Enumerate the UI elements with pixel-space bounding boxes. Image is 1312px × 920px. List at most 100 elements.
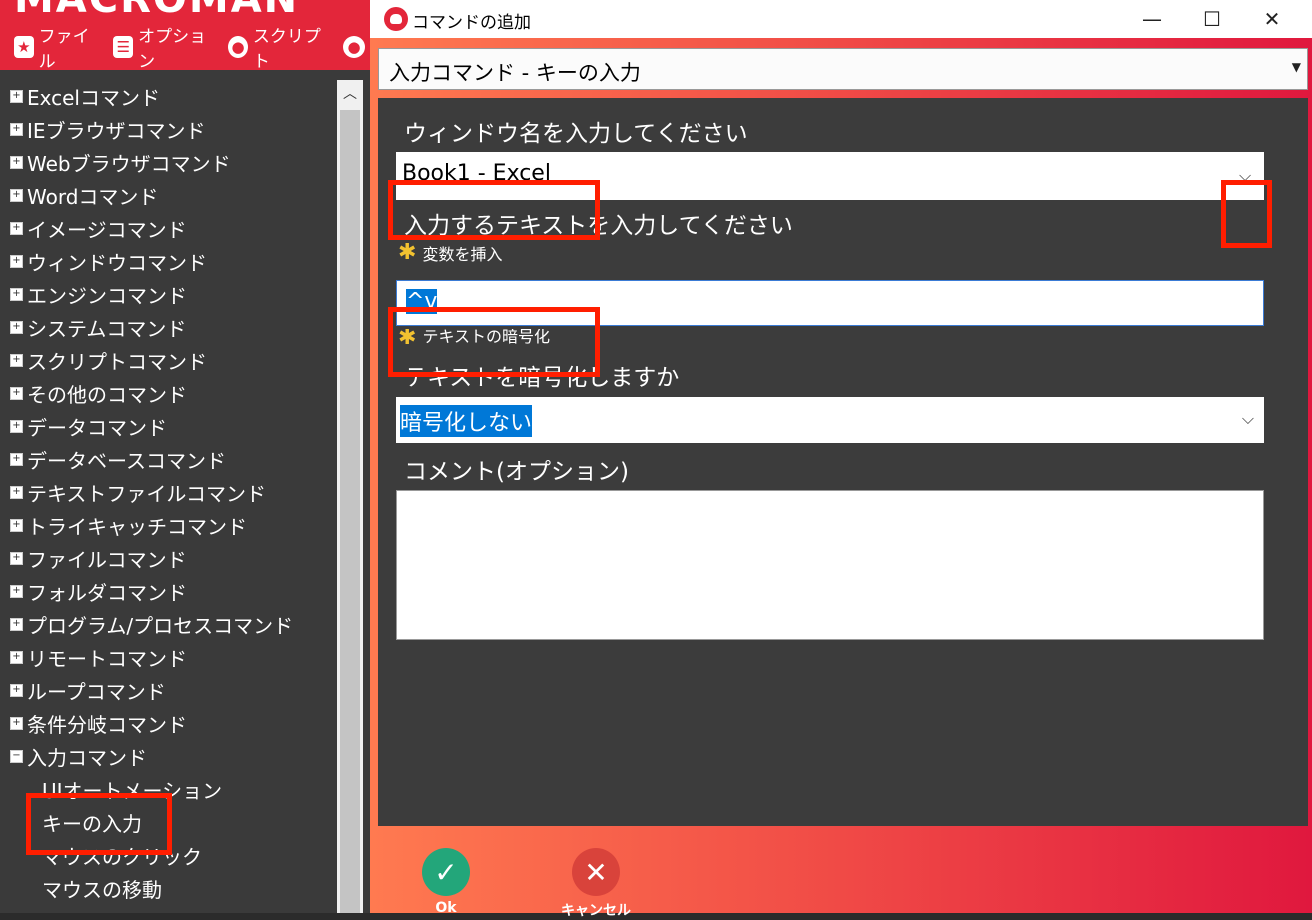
expand-icon[interactable]: + — [10, 156, 23, 169]
expand-icon[interactable]: + — [10, 585, 23, 598]
menu-extra[interactable]: ● — [343, 36, 370, 58]
expand-icon[interactable]: + — [10, 288, 23, 301]
tree-category[interactable]: + IEブラウザコマンド — [0, 113, 335, 146]
tree-category-label: データコマンド — [27, 416, 167, 440]
expand-icon[interactable]: + — [10, 321, 23, 334]
tree-category-label: ウィンドウコマンド — [27, 251, 207, 275]
expand-icon[interactable]: + — [10, 420, 23, 433]
ok-label: Ok — [435, 900, 457, 916]
command-select-value: 入力コマンド - キーの入力 — [389, 61, 641, 85]
cancel-x-icon: ✕ — [572, 848, 620, 896]
menu-script[interactable]: ● スクリプト — [228, 22, 329, 70]
comment-label: コメント(オプション) — [404, 459, 629, 485]
close-icon: ✕ — [1263, 7, 1281, 31]
expand-icon[interactable]: + — [10, 123, 23, 136]
tree-category-label: トライキャッチコマンド — [27, 515, 247, 539]
command-select[interactable]: 入力コマンド - キーの入力 ▼ — [378, 48, 1308, 90]
expand-icon[interactable]: + — [10, 519, 23, 532]
tree-category-label: テキストファイルコマンド — [27, 482, 266, 506]
expand-icon[interactable]: + — [10, 651, 23, 664]
insert-variable-link[interactable]: ✱ 変数を挿入 — [398, 240, 502, 265]
tree-category[interactable]: + Webブラウザコマンド — [0, 146, 335, 179]
menu-options[interactable]: ☰ オプション — [113, 22, 214, 70]
tree-command-label: マウスの移動 — [42, 878, 162, 902]
app-header: MACROMAN ★ ファイル ☰ オプション ● スクリプト ● — [0, 0, 370, 70]
maximize-button[interactable]: ☐ — [1182, 0, 1242, 38]
tree-category-label: ファイルコマンド — [27, 548, 187, 572]
expand-icon[interactable]: + — [10, 189, 23, 202]
tree-category[interactable]: + フォルダコマンド — [0, 575, 335, 608]
tree-category-label: Excelコマンド — [27, 86, 160, 110]
dropdown-arrow-icon: ▼ — [1291, 60, 1301, 74]
tree-category[interactable]: + テキストファイルコマンド — [0, 476, 335, 509]
expand-icon[interactable]: + — [10, 552, 23, 565]
menu-file[interactable]: ★ ファイル — [14, 22, 99, 70]
tree-command[interactable]: マウスの移動 — [0, 872, 335, 905]
cancel-button[interactable]: ✕ キャンセル — [556, 848, 636, 920]
record-icon: ● — [343, 36, 365, 58]
tree-category-label: Webブラウザコマンド — [27, 152, 231, 176]
form-panel: ウィンドウ名を入力してください Book1 - Excel ⌵ 入力するテキスト… — [378, 98, 1308, 826]
tree-category[interactable]: + ウィンドウコマンド — [0, 245, 335, 278]
record-icon: ● — [228, 36, 248, 58]
expand-icon[interactable]: + — [10, 618, 23, 631]
tree-category-label: IEブラウザコマンド — [27, 119, 206, 143]
title-bar: コマンドの追加 — ☐ ✕ — [370, 0, 1312, 38]
expand-icon[interactable]: + — [10, 90, 23, 103]
dialog-body: 入力コマンド - キーの入力 ▼ ウィンドウ名を入力してください Book1 -… — [370, 38, 1312, 919]
tree-category-label: データベースコマンド — [27, 449, 226, 473]
tree-category[interactable]: + リモートコマンド — [0, 641, 335, 674]
collapse-icon[interactable]: − — [10, 750, 23, 763]
tree-category[interactable]: + ファイルコマンド — [0, 542, 335, 575]
tree-category[interactable]: + Wordコマンド — [0, 179, 335, 212]
star-icon: ★ — [14, 36, 34, 58]
menu-options-label: オプション — [138, 27, 207, 70]
window-name-label: ウィンドウ名を入力してください — [404, 121, 748, 147]
tree-category[interactable]: + スクリプトコマンド — [0, 344, 335, 377]
tree-category[interactable]: + その他のコマンド — [0, 377, 335, 410]
tree-category[interactable]: + データベースコマンド — [0, 443, 335, 476]
expand-icon[interactable]: + — [10, 486, 23, 499]
ok-button[interactable]: ✓ Ok — [406, 848, 486, 916]
expand-icon[interactable]: + — [10, 354, 23, 367]
close-button[interactable]: ✕ — [1242, 0, 1302, 38]
app-logo: MACROMAN — [14, 0, 299, 22]
highlight-box-dropdown — [1221, 180, 1272, 248]
tree-category-label: イメージコマンド — [27, 218, 187, 242]
add-command-dialog: コマンドの追加 — ☐ ✕ 入力コマンド - キーの入力 ▼ ウィンドウ名を入力… — [370, 0, 1312, 919]
encrypt-select-value: 暗号化しない — [400, 405, 533, 437]
expand-icon[interactable]: + — [10, 222, 23, 235]
scroll-up-arrow-icon[interactable]: ︿ — [337, 80, 363, 106]
tree-category[interactable]: + イメージコマンド — [0, 212, 335, 245]
expand-icon[interactable]: + — [10, 453, 23, 466]
expand-icon[interactable]: + — [10, 717, 23, 730]
tree-category[interactable]: + Excelコマンド — [0, 80, 335, 113]
tree-category-label: ループコマンド — [27, 680, 166, 704]
menu-bar: ★ ファイル ☰ オプション ● スクリプト ● — [0, 27, 370, 70]
app-icon — [384, 7, 408, 31]
tree-category[interactable]: + 条件分岐コマンド — [0, 707, 335, 740]
encrypt-select[interactable]: 暗号化しない ⌵ — [396, 397, 1264, 443]
tree-category[interactable]: + エンジンコマンド — [0, 278, 335, 311]
expand-icon[interactable]: + — [10, 255, 23, 268]
tree-category-label: リモートコマンド — [27, 647, 187, 671]
expand-icon[interactable]: + — [10, 387, 23, 400]
tree-category-label: フォルダコマンド — [27, 581, 187, 605]
tree-category[interactable]: + ループコマンド — [0, 674, 335, 707]
tree-category-label: スクリプトコマンド — [27, 350, 207, 374]
check-icon: ✓ — [422, 848, 470, 896]
scroll-thumb[interactable] — [340, 110, 360, 913]
tree-category[interactable]: + システムコマンド — [0, 311, 335, 344]
tree-category[interactable]: + トライキャッチコマンド — [0, 509, 335, 542]
tree-category[interactable]: + データコマンド — [0, 410, 335, 443]
cancel-label: キャンセル — [561, 903, 631, 919]
comment-textarea[interactable] — [396, 490, 1264, 640]
tree-scrollbar[interactable]: ︿ — [337, 80, 363, 913]
tree-category-label: プログラム/プロセスコマンド — [27, 614, 294, 638]
list-icon: ☰ — [113, 36, 134, 58]
tree-category[interactable]: + プログラム/プロセスコマンド — [0, 608, 335, 641]
tree-category[interactable]: − 入力コマンド — [0, 740, 335, 773]
minimize-button[interactable]: — — [1122, 0, 1182, 38]
tree-category-label: その他のコマンド — [27, 383, 187, 407]
expand-icon[interactable]: + — [10, 684, 23, 697]
